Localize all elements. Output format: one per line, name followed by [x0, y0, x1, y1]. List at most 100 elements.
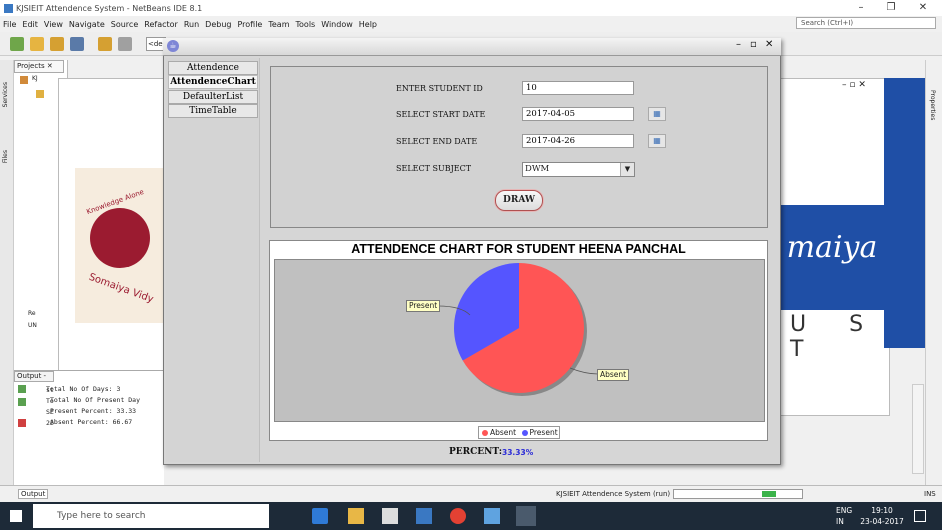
taskbar-search-input[interactable]: Type here to search [33, 504, 269, 528]
pie-chart [437, 263, 599, 396]
output-scrollbar[interactable] [912, 384, 924, 474]
properties-tab[interactable]: Properties [929, 90, 936, 120]
menu-item[interactable]: Tools [296, 20, 316, 29]
lang-code: ENG [836, 506, 853, 515]
edge-icon[interactable] [312, 508, 328, 524]
menu-item[interactable]: Navigate [69, 20, 105, 29]
menu-item[interactable]: File [3, 20, 16, 29]
chart-legend: Absent Present [478, 426, 560, 439]
tab-defaulter-list[interactable]: DefaulterList [168, 90, 258, 104]
app-maximize-icon[interactable]: ▫ [750, 39, 757, 50]
somaiya-logo-left: Knowledge Alone Somaiya Vidy [75, 168, 170, 323]
netbeans-taskbar-icon[interactable] [416, 508, 432, 524]
student-id-label: ENTER STUDENT ID [396, 84, 483, 93]
language-indicator[interactable]: ENG IN [836, 505, 852, 527]
end-date-input[interactable]: 2017-04-26 [522, 134, 634, 148]
inner-window-controls[interactable]: – ▫ ✕ [842, 80, 866, 90]
open-project-icon[interactable] [50, 37, 64, 51]
legend-absent: Absent [490, 428, 517, 437]
tree-item[interactable]: UN [28, 322, 37, 329]
services-tab[interactable]: Services [2, 82, 9, 107]
explorer-icon[interactable] [348, 508, 364, 524]
menu-item[interactable]: Run [184, 20, 199, 29]
project-icon [20, 76, 28, 84]
chevron-down-icon[interactable]: ▼ [620, 163, 634, 176]
menu-item[interactable]: Debug [205, 20, 231, 29]
app-title-bar [163, 38, 781, 56]
subject-select[interactable]: DWM [522, 162, 635, 177]
start-date-label: SELECT START DATE [396, 110, 486, 119]
menu-item[interactable]: Source [111, 20, 138, 29]
new-file-icon[interactable] [10, 37, 24, 51]
clock[interactable]: 19:10 23-04-2017 [858, 505, 906, 527]
rerun-config-icon[interactable] [18, 398, 26, 406]
undo-icon[interactable] [98, 37, 112, 51]
stop-icon[interactable] [18, 419, 26, 427]
close-icon[interactable]: ✕ [908, 0, 938, 16]
ins-indicator: INS [924, 490, 936, 498]
store-icon[interactable] [382, 508, 398, 524]
new-project-icon[interactable] [30, 37, 44, 51]
percent-value: 33.33% [502, 448, 534, 457]
logo-name: Somaiya Vidy [87, 271, 155, 306]
ide-title-bar: KJSIEIT Attendence System - NetBeans IDE… [0, 0, 942, 16]
minimize-icon[interactable]: – [846, 0, 876, 16]
restore-icon[interactable]: ❐ [876, 0, 906, 16]
draw-button[interactable]: DRAW [495, 190, 543, 211]
rerun-icon[interactable] [18, 385, 26, 393]
netbeans-icon [4, 3, 13, 13]
run-status: KJSIEIT Attendence System (run) [556, 490, 671, 498]
logo-ust: U S T [790, 312, 882, 362]
percent-label: PERCENT: [449, 447, 503, 457]
legend-swatch-present [521, 430, 528, 436]
projects-tab-label: Projects [17, 62, 45, 70]
output-line: Total No Of Days: 3 [46, 385, 121, 393]
output-line: Total No Of Present Day [50, 396, 141, 404]
app-close-icon[interactable]: ✕ [765, 39, 773, 50]
status-bar: Output KJSIEIT Attendence System (run) I… [0, 485, 942, 502]
output-tab[interactable]: Output - [14, 371, 54, 382]
subject-label: SELECT SUBJECT [396, 164, 472, 173]
files-tab[interactable]: Files [2, 150, 9, 163]
output-text: Total No Of Days: 3 Total No Of Present … [46, 384, 166, 428]
notification-icon[interactable] [914, 510, 926, 522]
save-all-icon[interactable] [70, 37, 84, 51]
lang-region: IN [836, 517, 844, 526]
java-app-icon: ☕ [167, 40, 179, 52]
calendar-icon[interactable]: ▦ [648, 134, 666, 148]
java-taskbar-icon[interactable] [516, 506, 536, 526]
chrome-icon[interactable] [450, 508, 466, 524]
redo-icon[interactable] [118, 37, 132, 51]
output-bottom-tab[interactable]: Output [18, 489, 49, 499]
menu-item[interactable]: Profile [237, 20, 262, 29]
legend-swatch-absent [482, 430, 488, 436]
ide-search-input[interactable]: Search (Ctrl+I) [796, 17, 936, 29]
output-line: Absent Percent: 66.67 [50, 418, 133, 426]
tab-timetable[interactable]: TimeTable [168, 104, 258, 118]
menu-item[interactable]: Refactor [144, 20, 178, 29]
menu-item[interactable]: Help [359, 20, 377, 29]
virtualbox-icon[interactable] [484, 508, 500, 524]
project-root[interactable]: KJ [32, 75, 38, 82]
menu-item[interactable]: View [44, 20, 63, 29]
menu-item[interactable]: Team [268, 20, 289, 29]
tree-item[interactable]: Re [28, 310, 36, 317]
end-date-label: SELECT END DATE [396, 137, 478, 146]
menu-item[interactable]: Edit [22, 20, 38, 29]
app-minimize-icon[interactable]: – [736, 39, 741, 50]
output-line: Present Percent: 33.33 [50, 407, 137, 415]
student-id-input[interactable]: 10 [522, 81, 634, 95]
menu-item[interactable]: Window [321, 20, 353, 29]
right-side-strip: Properties [925, 60, 942, 485]
left-side-strip: Services Files [0, 60, 14, 485]
progress-bar [673, 489, 803, 499]
tab-attendence[interactable]: Attendence [168, 61, 258, 75]
legend-present: Present [529, 428, 558, 437]
windows-start-icon[interactable] [10, 510, 22, 522]
projects-tab[interactable]: Projects ✕ [14, 60, 64, 73]
pie-label-present: Present [406, 300, 441, 312]
start-date-input[interactable]: 2017-04-05 [522, 107, 634, 121]
tab-attendence-chart[interactable]: AttendenceChart [168, 75, 258, 89]
logo-emblem [90, 208, 150, 268]
calendar-icon[interactable]: ▦ [648, 107, 666, 121]
